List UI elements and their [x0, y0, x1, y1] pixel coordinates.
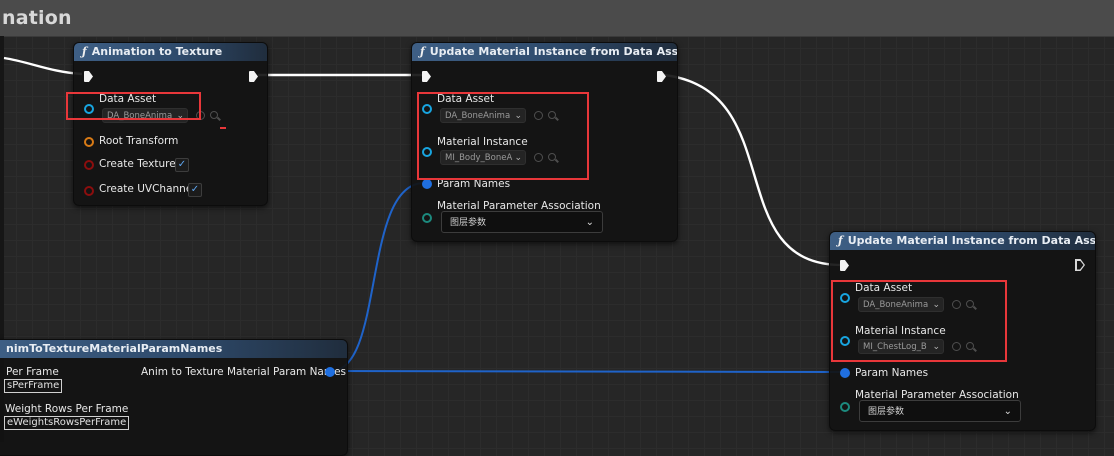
node-make-anim-to-texture-material-param-names[interactable]: nimToTextureMaterialParamNames Anim to T… — [0, 339, 348, 456]
root-transform-pin[interactable] — [84, 137, 94, 147]
create-textures-label: Create Textures — [99, 158, 182, 170]
chevron-down-icon: ⌄ — [1003, 406, 1012, 417]
node-title-bar[interactable]: ƒ Update Material Instance from Data Asse… — [830, 232, 1095, 250]
material-parameter-association-value: 图层参数 — [450, 218, 487, 228]
exec-in-pin[interactable] — [84, 71, 93, 82]
exec-out-pin[interactable] — [1075, 259, 1085, 271]
output-struct-label: Anim to Texture Material Param Names — [141, 366, 347, 378]
material-parameter-association-pin[interactable] — [840, 402, 850, 412]
material-parameter-association-select[interactable]: 图层参数 ⌄ — [441, 211, 603, 233]
exec-out-pin[interactable] — [657, 71, 666, 82]
node-title: Update Material Instance from Data Asset — [429, 45, 677, 58]
chevron-down-icon: ⌄ — [585, 217, 594, 228]
create-uv-channel-checkbox[interactable]: ✓ — [188, 183, 202, 197]
node-title-bar[interactable]: ƒ Animation to Texture — [74, 43, 267, 61]
exec-wire-update1-to-update2 — [663, 73, 843, 267]
node-title: Animation to Texture — [91, 45, 223, 58]
highlight-mark — [220, 127, 226, 129]
param-names-pin[interactable] — [840, 368, 850, 378]
highlight-box-update2-pins — [831, 280, 1007, 362]
function-icon: ƒ — [82, 45, 87, 58]
material-parameter-association-select[interactable]: 图层参数 ⌄ — [859, 400, 1021, 422]
array-wire-to-update2 — [330, 370, 843, 373]
create-uv-channel-pin[interactable] — [84, 186, 94, 196]
exec-wire-incoming — [3, 56, 83, 76]
node-title-bar[interactable]: ƒ Update Material Instance from Data Asse… — [412, 43, 677, 61]
field-weight-rows-input[interactable]: eWeightsRowsPerFrame — [4, 416, 130, 430]
node-title-bar[interactable]: nimToTextureMaterialParamNames — [0, 340, 347, 358]
exec-in-pin[interactable] — [840, 260, 849, 271]
function-icon: ƒ — [420, 45, 425, 58]
exec-in-pin[interactable] — [422, 71, 431, 82]
material-parameter-association-value: 图层参数 — [868, 407, 905, 417]
create-textures-pin[interactable] — [84, 160, 94, 170]
field-per-frame-input[interactable]: sPerFrame — [4, 379, 63, 393]
highlight-box-data-asset-anim — [66, 92, 201, 120]
output-struct-pin[interactable] — [325, 367, 335, 377]
highlight-box-update1-pins — [417, 92, 589, 180]
browse-search-icon[interactable] — [210, 111, 218, 119]
node-title: nimToTextureMaterialParamNames — [6, 342, 223, 355]
create-uv-channel-label: Create UVChannel — [99, 183, 196, 195]
material-parameter-association-pin[interactable] — [422, 213, 432, 223]
create-textures-checkbox[interactable]: ✓ — [175, 158, 189, 172]
root-transform-label: Root Transform — [99, 135, 179, 147]
exec-out-pin[interactable] — [249, 71, 258, 82]
field-per-frame-label: Per Frame — [6, 366, 59, 378]
node-animation-to-texture[interactable]: ƒ Animation to Texture Data Asset DA_Bone… — [73, 42, 268, 206]
param-names-label: Param Names — [855, 367, 929, 379]
node-title: Update Material Instance from Data Asset — [847, 234, 1095, 247]
function-icon: ƒ — [838, 234, 843, 247]
param-names-pin[interactable] — [422, 179, 432, 189]
field-weight-rows-label: Weight Rows Per Frame — [5, 403, 129, 415]
